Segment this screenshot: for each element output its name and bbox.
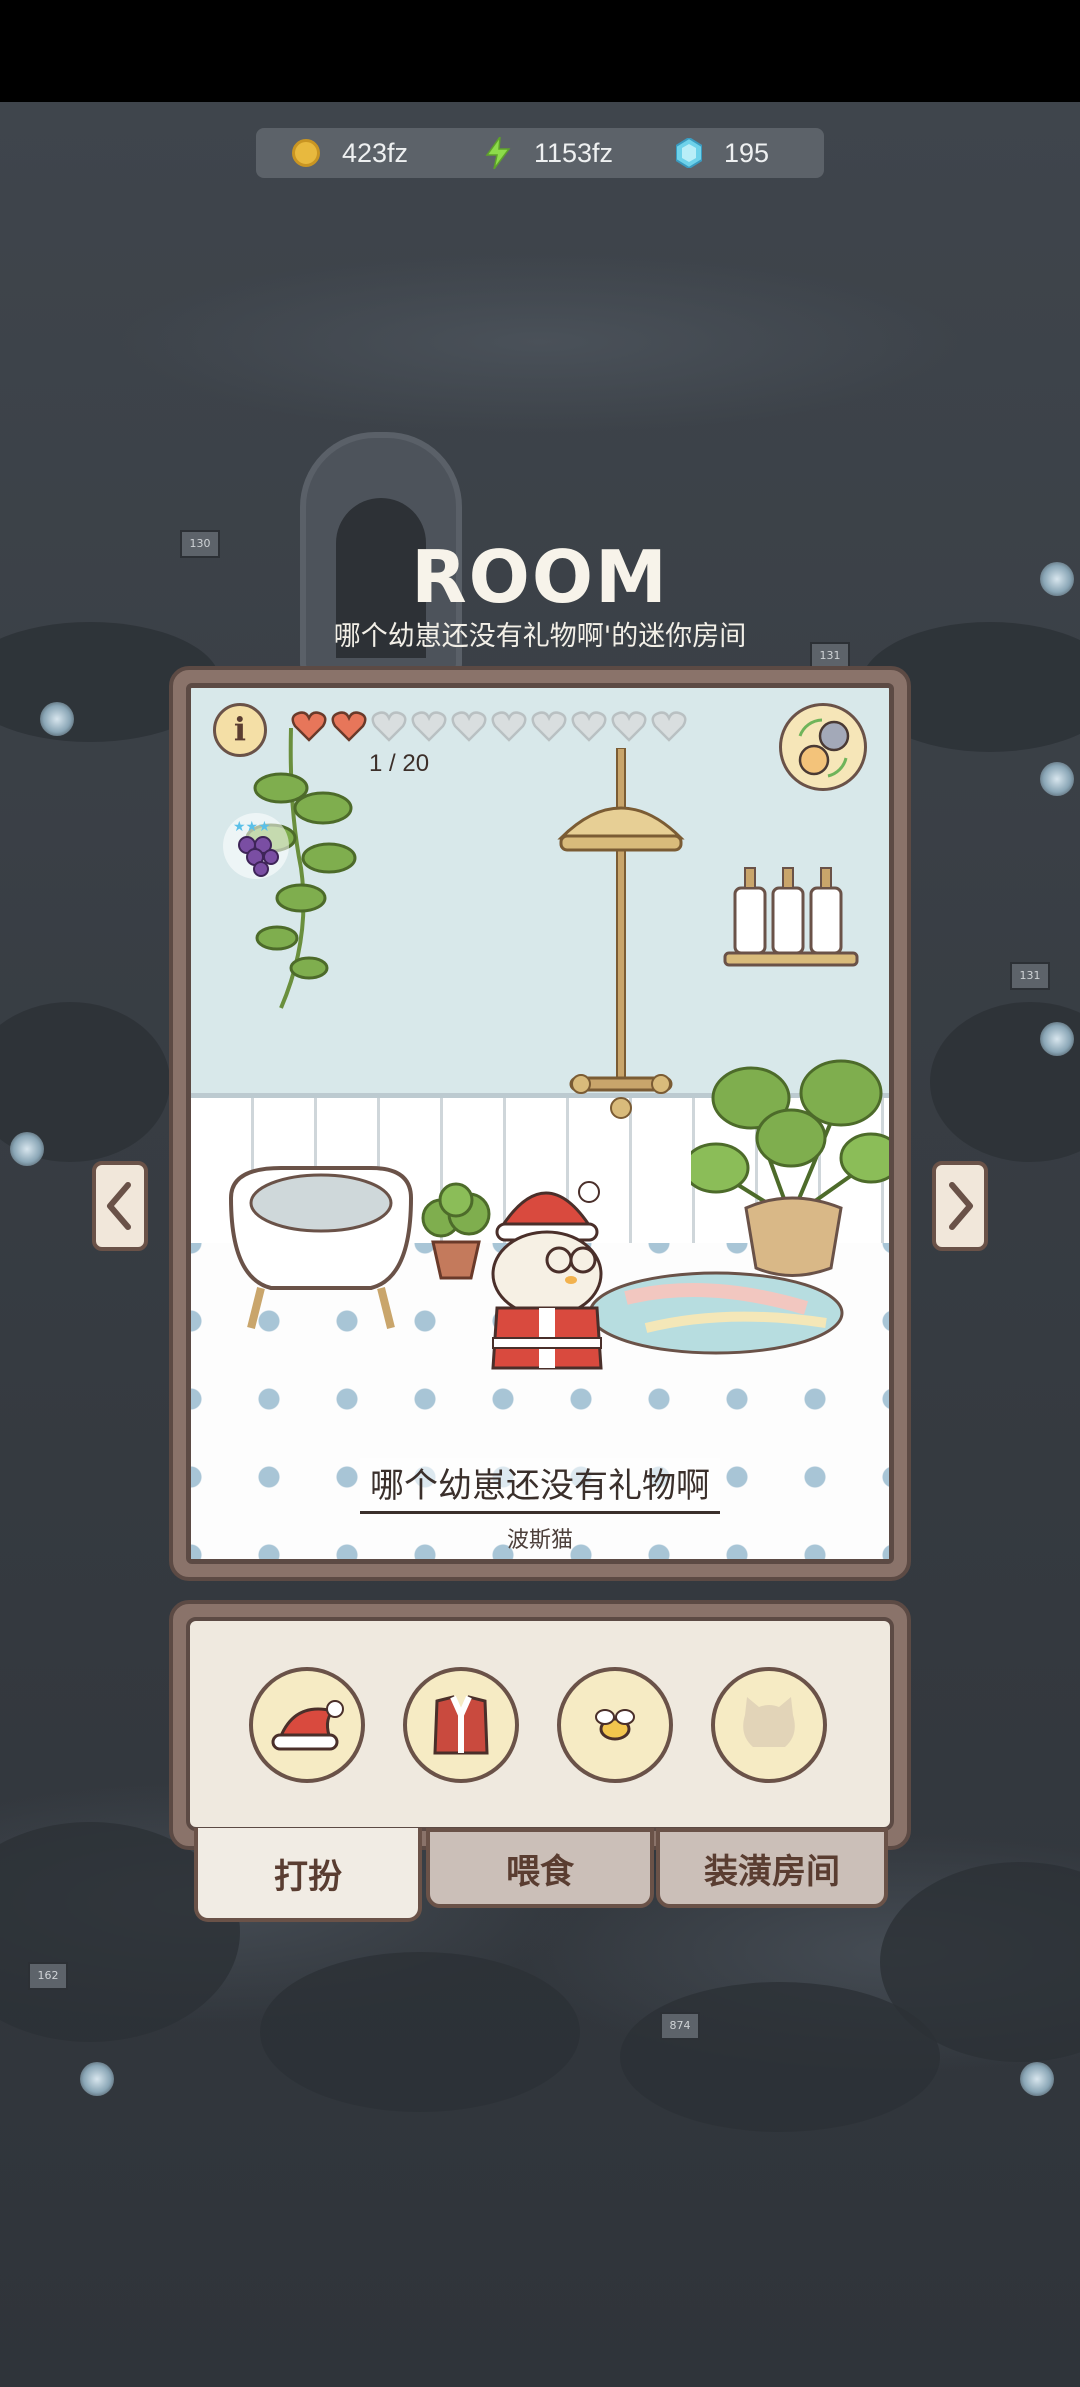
previous-room-button[interactable] [92, 1161, 148, 1251]
gem-amount: 195 [724, 137, 770, 168]
currency-bar: 423fz 1153fz 195 [256, 128, 824, 178]
tab-dress-up[interactable]: 打扮 [194, 1828, 422, 1922]
heart-empty-icon [611, 711, 647, 742]
grape-icon: ★★★ [233, 819, 279, 877]
system-status-bar [0, 0, 1080, 102]
chevron-right-icon [949, 1182, 973, 1230]
switch-cat-button[interactable] [779, 703, 867, 791]
grape-badge: ★★★ [223, 813, 289, 879]
room-owner-subtitle: 哪个幼崽还没有礼物啊'的迷你房间 [333, 621, 747, 652]
gem-counter: 195 [676, 138, 769, 169]
tab-feed[interactable]: 喂食 [426, 1828, 654, 1908]
next-room-button[interactable] [932, 1161, 988, 1251]
santa-vest-slot[interactable] [403, 1667, 519, 1783]
affection-hearts [291, 710, 687, 742]
cat-breed: 波斯猫 [506, 1528, 573, 1553]
heart-filled-icon [291, 711, 327, 742]
cat-silhouette-icon [743, 1697, 795, 1747]
energy-counter: 1153fz [484, 137, 613, 169]
heart-filled-icon [331, 711, 367, 742]
heart-empty-icon [371, 711, 407, 742]
chevron-left-icon [107, 1182, 131, 1230]
affection-progress: 1 / 20 [369, 750, 430, 777]
shower-fixture [557, 748, 685, 1119]
heart-empty-icon [451, 711, 487, 742]
santa-vest-icon [433, 1695, 489, 1755]
tab-decorate-room[interactable]: 装潢房间 [656, 1828, 888, 1908]
info-button[interactable]: i [213, 703, 267, 757]
coin-counter: 423fz [292, 138, 408, 169]
energy-amount: 1153fz [534, 137, 614, 168]
bee-icon [595, 1709, 635, 1741]
coin-icon [292, 139, 320, 167]
heart-empty-icon [531, 711, 567, 742]
locked-item-slot[interactable] [711, 1667, 827, 1783]
heart-empty-icon [651, 711, 687, 742]
bee-accessory-slot[interactable] [557, 1667, 673, 1783]
persian-cat-character[interactable] [471, 1168, 621, 1388]
heart-empty-icon [491, 711, 527, 742]
soap-bottles-shelf [723, 867, 859, 967]
heart-empty-icon [411, 711, 447, 742]
svg-text:★★★: ★★★ [233, 819, 271, 835]
heart-empty-icon [571, 711, 607, 742]
coin-amount: 423fz [342, 137, 409, 168]
cat-nameplate: 哪个幼崽还没有礼物啊 波斯猫 [191, 1458, 889, 1554]
cat-swap-icon [798, 718, 850, 778]
santa-hat-slot[interactable] [249, 1667, 365, 1783]
monstera-plant [691, 1059, 889, 1277]
room-view: ★★★ i 1 / 20 哪个幼崽还没有礼物啊 波斯猫 [186, 683, 894, 1564]
santa-hat-icon [271, 1700, 344, 1751]
clawfoot-bathtub [228, 1166, 414, 1329]
cat-name: 哪个幼崽还没有礼物啊 [360, 1458, 720, 1514]
lightning-icon [485, 137, 511, 169]
gem-icon [676, 138, 702, 168]
page-title: ROOM [411, 535, 669, 619]
